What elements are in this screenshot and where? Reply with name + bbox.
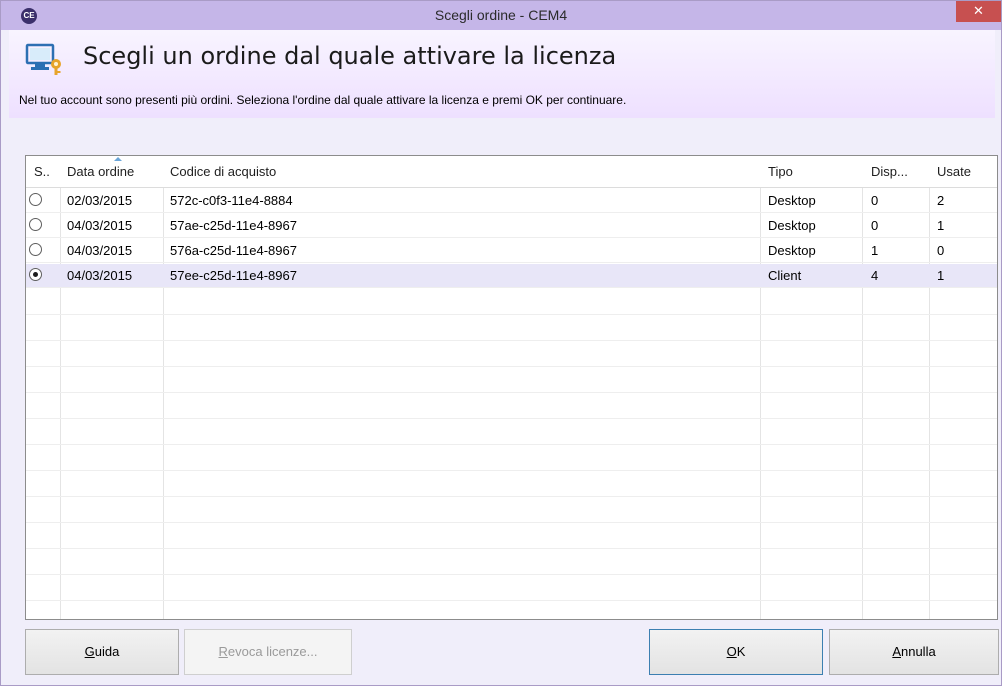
help-mnemonic: G (84, 644, 95, 659)
ok-button[interactable]: OK (649, 629, 823, 675)
header-banner: Scegli un ordine dal quale attivare la l… (9, 30, 995, 118)
empty-row-line (26, 392, 997, 393)
empty-row-line (26, 522, 997, 523)
revoke-licenses-button[interactable]: Revoca licenze... (184, 629, 352, 675)
row-select-radio[interactable] (29, 218, 42, 231)
cell-codice: 572c-c0f3-11e4-8884 (170, 193, 293, 208)
instruction-text: Nel tuo account sono presenti più ordini… (19, 93, 627, 107)
cell-usate: 2 (937, 193, 945, 208)
cell-disp: 4 (871, 268, 879, 283)
empty-row-line (26, 548, 997, 549)
cell-codice: 57ae-c25d-11e4-8967 (170, 218, 297, 233)
sort-ascending-icon (114, 157, 122, 161)
empty-row-line (26, 418, 997, 419)
ok-mnemonic: O (726, 644, 737, 659)
table-row[interactable]: 04/03/2015 576a-c25d-11e4-8967 Desktop 1 0 (26, 239, 997, 263)
cell-data: 02/03/2015 (67, 193, 133, 208)
help-button[interactable]: Guida (25, 629, 179, 675)
row-select-radio[interactable] (29, 193, 42, 206)
cell-disp: 0 (871, 193, 879, 208)
cell-usate: 1 (937, 268, 945, 283)
ok-label: K (736, 644, 746, 659)
dialog-window: CE Scegli ordine - CEM4 ✕ Scegli un ordi… (0, 0, 1002, 686)
cell-tipo: Desktop (768, 218, 816, 233)
cell-disp: 0 (871, 218, 879, 233)
cell-usate: 0 (937, 243, 945, 258)
revoke-label: evoca licenze... (227, 644, 318, 659)
orders-table[interactable]: S.. Data ordine Codice di acquisto Tipo … (25, 155, 998, 620)
title-bar[interactable]: CE Scegli ordine - CEM4 ✕ (1, 1, 1001, 30)
empty-row-line (26, 574, 997, 575)
cell-data: 04/03/2015 (67, 268, 133, 283)
cell-data: 04/03/2015 (67, 243, 133, 258)
row-select-radio[interactable] (29, 243, 42, 256)
empty-row-line (26, 366, 997, 367)
cell-tipo: Desktop (768, 193, 816, 208)
help-label: uida (94, 644, 120, 659)
cell-data: 04/03/2015 (67, 218, 133, 233)
empty-row-line (26, 600, 997, 601)
column-header-available[interactable]: Disp... (871, 164, 908, 179)
cancel-button[interactable]: Annulla (829, 629, 999, 675)
table-row[interactable]: 04/03/2015 57ae-c25d-11e4-8967 Desktop 0 1 (26, 214, 997, 238)
table-row[interactable]: 02/03/2015 572c-c0f3-11e4-8884 Desktop 0 2 (26, 189, 997, 213)
cancel-label: nnulla (900, 644, 936, 659)
close-button[interactable]: ✕ (956, 1, 1001, 22)
table-header: S.. Data ordine Codice di acquisto Tipo … (26, 156, 997, 188)
column-header-type[interactable]: Tipo (768, 164, 793, 179)
page-title: Scegli un ordine dal quale attivare la l… (83, 42, 617, 70)
cell-usate: 1 (937, 218, 945, 233)
column-header-date[interactable]: Data ordine (67, 164, 134, 179)
column-header-code[interactable]: Codice di acquisto (170, 164, 276, 179)
cell-tipo: Desktop (768, 243, 816, 258)
empty-row-line (26, 314, 997, 315)
window-title: Scegli ordine - CEM4 (434, 7, 568, 23)
empty-row-line (26, 470, 997, 471)
revoke-mnemonic: R (218, 644, 228, 659)
cancel-mnemonic: A (892, 644, 901, 659)
empty-row-line (26, 340, 997, 341)
table-row[interactable]: 04/03/2015 57ee-c25d-11e4-8967 Client 4 1 (26, 264, 997, 288)
row-select-radio[interactable] (29, 268, 42, 281)
cell-codice: 576a-c25d-11e4-8967 (170, 243, 297, 258)
column-header-used[interactable]: Usate (937, 164, 971, 179)
column-header-select[interactable]: S.. (34, 164, 50, 179)
computer-key-icon (25, 43, 61, 75)
cell-codice: 57ee-c25d-11e4-8967 (170, 268, 297, 283)
cell-disp: 1 (871, 243, 879, 258)
empty-row-line (26, 496, 997, 497)
cell-tipo: Client (768, 268, 802, 283)
empty-row-line (26, 444, 997, 445)
